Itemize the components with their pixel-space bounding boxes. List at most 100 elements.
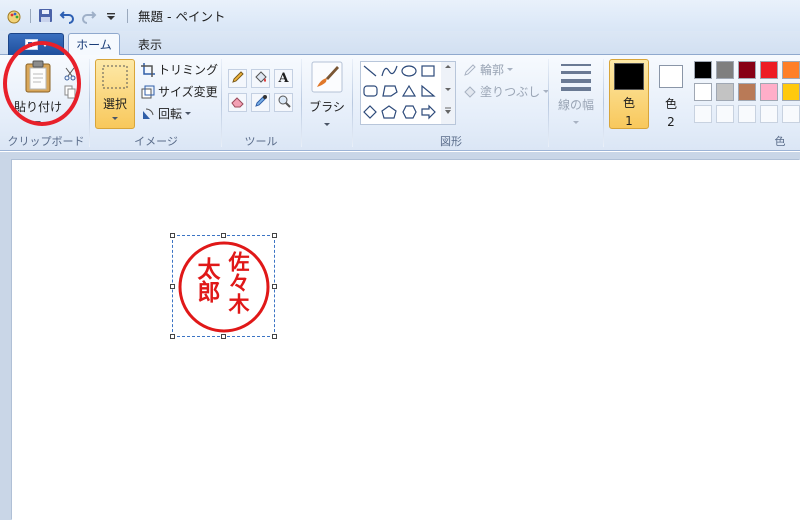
shapes-gallery[interactable]: [360, 61, 456, 125]
color1-label: 色: [622, 96, 635, 110]
color1-number: 1: [625, 114, 633, 128]
resize-handle[interactable]: [221, 334, 226, 339]
paint-bucket-icon: [254, 70, 268, 88]
magnifier-tool[interactable]: [274, 93, 293, 112]
palette-swatch[interactable]: [716, 61, 734, 79]
rotate-icon: [141, 107, 155, 121]
eyedropper-icon: [254, 94, 268, 112]
custom-color-slot[interactable]: [782, 105, 800, 123]
rotate-button[interactable]: 回転: [141, 105, 192, 122]
color2-number: 2: [667, 115, 675, 129]
fill-button[interactable]: 塗りつぶし: [463, 83, 550, 100]
text-a-icon: A: [278, 71, 289, 86]
resize-handle[interactable]: [170, 334, 175, 339]
palette-swatch[interactable]: [760, 83, 778, 101]
color2-button[interactable]: 色 2: [653, 59, 689, 129]
image-group-label: イメージ: [134, 135, 178, 148]
resize-handle[interactable]: [170, 284, 175, 289]
clipboard-group-label: クリップボード: [7, 135, 85, 148]
tab-home[interactable]: ホーム: [68, 33, 120, 56]
selection-box[interactable]: [170, 233, 277, 339]
resize-button[interactable]: サイズ変更: [141, 83, 218, 100]
eraser-tool[interactable]: [228, 93, 247, 112]
crop-label: トリミング: [158, 63, 219, 77]
group-separator: [89, 59, 90, 147]
resize-handle[interactable]: [272, 233, 277, 238]
rotate-dropdown-icon: [185, 112, 192, 115]
palette-swatch[interactable]: [694, 61, 712, 79]
ribbon: 貼り付け クリップボード 選択 トリミング サイズ変更 回転 イメージ A ツー…: [0, 55, 800, 151]
outline-label: 輪郭: [480, 63, 505, 77]
group-separator: [352, 59, 353, 147]
fill-bucket-icon: [463, 85, 477, 99]
text-tool[interactable]: A: [274, 69, 293, 88]
fill-label: 塗りつぶし: [480, 85, 541, 99]
workspace: [0, 152, 800, 520]
palette-swatch[interactable]: [782, 83, 800, 101]
palette-swatch[interactable]: [782, 61, 800, 79]
pencil-icon: [231, 70, 245, 88]
custom-color-slot[interactable]: [738, 105, 756, 123]
fill-tool[interactable]: [251, 69, 270, 88]
select-dropdown-icon: [112, 117, 118, 120]
eraser-icon: [230, 94, 245, 112]
outline-dropdown-icon: [507, 68, 514, 71]
color2-swatch: [659, 65, 683, 88]
drawing-canvas[interactable]: [12, 160, 800, 520]
crop-icon: [141, 62, 155, 77]
color1-swatch: [614, 63, 644, 90]
paint-app-icon[interactable]: [6, 8, 22, 24]
brush-dropdown-icon: [324, 123, 330, 126]
palette-swatch[interactable]: [716, 83, 734, 101]
colors-group-label: 色: [774, 135, 786, 148]
select-button[interactable]: 選択: [95, 59, 135, 129]
resize-handle[interactable]: [170, 233, 175, 238]
resize-handle[interactable]: [272, 334, 277, 339]
custom-color-slot[interactable]: [694, 105, 712, 123]
window-title: 無題 - ペイント: [138, 9, 226, 24]
outline-icon: [463, 63, 477, 77]
select-label: 選択: [102, 97, 127, 111]
qat-separator: [30, 8, 31, 23]
color-picker-tool[interactable]: [251, 93, 270, 112]
annotation-highlight-circle: [3, 41, 81, 126]
color1-button[interactable]: 色 1: [609, 59, 649, 129]
undo-icon[interactable]: [59, 8, 75, 24]
save-icon[interactable]: [37, 8, 53, 24]
custom-color-slot[interactable]: [760, 105, 778, 123]
group-separator: [603, 59, 604, 147]
group-separator: [548, 59, 549, 147]
group-separator: [301, 59, 302, 147]
shapes-group-label: 図形: [440, 135, 462, 148]
size-dropdown-icon: [573, 121, 579, 124]
color2-label: 色: [664, 97, 677, 111]
size-label: 線の幅: [557, 98, 594, 112]
crop-button[interactable]: トリミング: [141, 61, 218, 78]
line-width-icon: [559, 61, 593, 94]
size-button[interactable]: 線の幅: [553, 61, 599, 124]
brush-label: ブラシ: [309, 100, 345, 114]
rotate-label: 回転: [158, 107, 183, 121]
select-rect-icon: [101, 64, 129, 93]
resize-icon: [141, 85, 155, 99]
palette-swatch[interactable]: [738, 61, 756, 79]
brush-icon: [311, 61, 343, 96]
resize-label: サイズ変更: [158, 85, 218, 99]
palette-swatch[interactable]: [694, 83, 712, 101]
tools-group-label: ツール: [244, 135, 278, 148]
redo-icon[interactable]: [81, 8, 97, 24]
palette-swatch[interactable]: [760, 61, 778, 79]
palette-swatch[interactable]: [738, 83, 756, 101]
resize-handle[interactable]: [272, 284, 277, 289]
customize-qat-icon[interactable]: [103, 8, 119, 24]
title-separator: [127, 8, 128, 23]
tab-view[interactable]: 表示: [128, 33, 172, 56]
outline-button[interactable]: 輪郭: [463, 61, 514, 78]
brush-button[interactable]: ブラシ: [306, 61, 348, 126]
custom-color-slot[interactable]: [716, 105, 734, 123]
resize-handle[interactable]: [221, 233, 226, 238]
title-bar: 無題 - ペイント: [0, 0, 800, 31]
magnifier-icon: [277, 94, 291, 112]
ribbon-tab-row: ホーム 表示: [0, 31, 800, 56]
pencil-tool[interactable]: [228, 69, 247, 88]
